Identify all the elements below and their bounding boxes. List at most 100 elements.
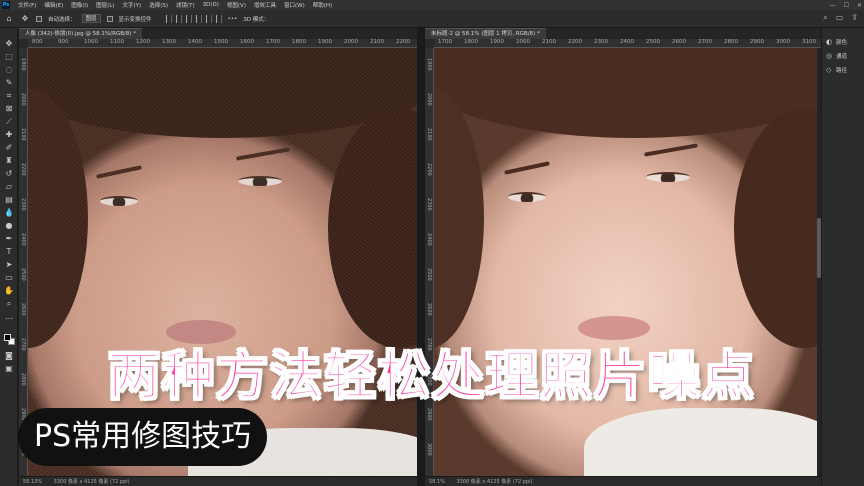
maximize-button[interactable]: ☐ bbox=[844, 2, 849, 9]
document-tab-right[interactable]: 未标题-2 @ 58.1% (图层 1 拷贝, RGB/8) * bbox=[425, 28, 546, 39]
ruler-tick-label: 2200 bbox=[20, 163, 26, 176]
document-info: 3300 像素 x 4125 像素 (72 ppi) bbox=[53, 479, 130, 485]
menu-file[interactable]: 文件(F) bbox=[14, 1, 40, 9]
ruler-tick-label: 1700 bbox=[266, 39, 280, 45]
rectangle-tool-icon[interactable]: ▭ bbox=[4, 274, 14, 282]
auto-select-checkbox[interactable] bbox=[36, 15, 42, 22]
menu-view[interactable]: 视图(V) bbox=[223, 1, 250, 9]
panel-color[interactable]: ◐ 颜色 bbox=[826, 38, 847, 46]
photoshop-logo-icon[interactable]: Ps bbox=[2, 1, 10, 9]
menu-layer[interactable]: 图层(L) bbox=[92, 1, 118, 9]
ruler-tick-label: 2500 bbox=[426, 268, 432, 281]
horizontal-ruler[interactable]: 1700 1800 1900 2000 2100 2200 2300 2400 … bbox=[434, 39, 821, 48]
align-top-icon[interactable] bbox=[195, 14, 202, 23]
ruler-tick-label: 800 bbox=[32, 39, 43, 45]
zoom-level[interactable]: 58.13% bbox=[23, 479, 42, 485]
hand-tool-icon[interactable]: ✋ bbox=[4, 287, 14, 295]
menu-type[interactable]: 文字(Y) bbox=[119, 1, 146, 9]
clone-stamp-tool-icon[interactable]: ♜ bbox=[4, 157, 14, 165]
frame-tool-icon[interactable]: ⊠ bbox=[4, 105, 14, 113]
close-button[interactable]: ✕ bbox=[857, 2, 862, 9]
menu-edit[interactable]: 编辑(E) bbox=[40, 1, 67, 9]
ruler-tick-label: 1900 bbox=[426, 58, 432, 71]
ruler-tick-label: 2400 bbox=[20, 233, 26, 246]
ruler-tick-label: 1900 bbox=[20, 58, 26, 71]
ruler-tick-label: 3000 bbox=[426, 443, 432, 456]
ruler-tick-label: 1300 bbox=[162, 39, 176, 45]
zoom-level[interactable]: 58.1% bbox=[429, 479, 445, 485]
panel-paths[interactable]: ◇ 路径 bbox=[826, 66, 847, 74]
menu-plugins[interactable]: 增效工具 bbox=[250, 1, 280, 9]
ruler-tick-label: 2300 bbox=[426, 198, 432, 211]
ruler-tick-label: 2500 bbox=[646, 39, 660, 45]
ruler-tick-label: 1900 bbox=[318, 39, 332, 45]
menu-window[interactable]: 窗口(W) bbox=[280, 1, 309, 9]
ruler-tick-label: 2000 bbox=[20, 93, 26, 106]
history-brush-tool-icon[interactable]: ↺ bbox=[4, 170, 14, 178]
more-options-button[interactable]: ••• bbox=[228, 16, 238, 22]
menu-filter[interactable]: 滤镜(T) bbox=[172, 1, 199, 9]
lasso-tool-icon[interactable]: ◌ bbox=[4, 66, 14, 74]
paths-icon: ◇ bbox=[826, 65, 832, 74]
ruler-tick-label: 1400 bbox=[188, 39, 202, 45]
move-tool-icon[interactable]: ✥ bbox=[20, 14, 30, 24]
menu-image[interactable]: 图像(I) bbox=[67, 1, 92, 9]
workspace-icon[interactable]: ▭ bbox=[836, 13, 844, 23]
healing-brush-tool-icon[interactable]: ✚ bbox=[4, 131, 14, 139]
blur-tool-icon[interactable]: 💧 bbox=[4, 209, 14, 217]
ruler-tick-label: 2700 bbox=[698, 39, 712, 45]
ruler-tick-label: 2100 bbox=[542, 39, 556, 45]
ruler-tick-label: 1000 bbox=[84, 39, 98, 45]
menu-3d[interactable]: 3D(D) bbox=[199, 2, 223, 8]
panel-label: 路径 bbox=[836, 68, 848, 74]
auto-select-dropdown[interactable]: 图层 bbox=[81, 14, 101, 23]
brush-tool-icon[interactable]: ✐ bbox=[4, 144, 14, 152]
ruler-tick-label: 1600 bbox=[240, 39, 254, 45]
dodge-tool-icon[interactable]: ● bbox=[4, 222, 14, 230]
options-right-group: ⌕ ▭ ⇪ bbox=[823, 13, 858, 23]
more-tools-icon[interactable]: … bbox=[4, 313, 14, 321]
zoom-tool-icon[interactable]: ⌕ bbox=[4, 300, 14, 308]
type-tool-icon[interactable]: T bbox=[4, 248, 14, 256]
align-center-icon[interactable] bbox=[175, 14, 182, 23]
pen-tool-icon[interactable]: ✒ bbox=[4, 235, 14, 243]
align-middle-icon[interactable] bbox=[205, 14, 212, 23]
eye bbox=[646, 172, 690, 182]
gradient-tool-icon[interactable]: ▤ bbox=[4, 196, 14, 204]
ruler-tick-label: 2100 bbox=[426, 128, 432, 141]
eraser-tool-icon[interactable]: ▱ bbox=[4, 183, 14, 191]
subtitle-badge: PS常用修图技巧 bbox=[18, 408, 268, 466]
share-icon[interactable]: ⇪ bbox=[851, 13, 858, 23]
document-tab-left[interactable]: 人像 (342)-依朋(0).jpg @ 58.1%(RGB/8) * bbox=[19, 28, 143, 39]
ruler-tick-label: 2600 bbox=[672, 39, 686, 45]
auto-select-label: 自动选择： bbox=[48, 16, 76, 23]
document-window-right: 未标题-2 @ 58.1% (图层 1 拷贝, RGB/8) * 1700 18… bbox=[425, 28, 821, 486]
canvas-right[interactable] bbox=[434, 48, 821, 476]
ruler-tick-label: 3000 bbox=[776, 39, 790, 45]
quick-select-tool-icon[interactable]: ✎ bbox=[4, 79, 14, 87]
vertical-ruler[interactable]: 1900 2000 2100 2200 2300 2400 2500 2600 … bbox=[19, 48, 28, 476]
ruler-tick-label: 2000 bbox=[426, 93, 432, 106]
minimize-button[interactable]: — bbox=[830, 2, 836, 9]
panel-channels[interactable]: ◎ 通道 bbox=[826, 52, 847, 60]
search-icon[interactable]: ⌕ bbox=[823, 13, 827, 23]
align-bottom-icon[interactable] bbox=[215, 14, 222, 23]
horizontal-ruler[interactable]: 800 900 1000 1100 1200 1300 1400 1500 16… bbox=[28, 39, 417, 48]
menu-help[interactable]: 帮助(H) bbox=[309, 1, 336, 9]
align-right-icon[interactable] bbox=[185, 14, 192, 23]
ruler-tick-label: 2900 bbox=[750, 39, 764, 45]
path-select-tool-icon[interactable]: ➤ bbox=[4, 261, 14, 269]
window-controls: — ☐ ✕ bbox=[830, 0, 862, 10]
ruler-tick-label: 2000 bbox=[344, 39, 358, 45]
eyedropper-tool-icon[interactable]: ⟋ bbox=[4, 118, 14, 126]
crop-tool-icon[interactable]: ⌗ bbox=[4, 92, 14, 100]
foreground-color-swatch[interactable] bbox=[4, 334, 11, 341]
menu-select[interactable]: 选择(S) bbox=[145, 1, 172, 9]
align-left-icon[interactable] bbox=[165, 14, 172, 23]
artboard-tool-icon[interactable]: ⬚ bbox=[4, 53, 14, 61]
vertical-ruler[interactable]: 1900 2000 2100 2200 2300 2400 2500 2600 … bbox=[425, 48, 434, 476]
show-transform-checkbox[interactable] bbox=[106, 15, 113, 22]
home-icon[interactable]: ⌂ bbox=[4, 14, 14, 24]
status-bar-left: 58.13% 3300 像素 x 4125 像素 (72 ppi) bbox=[19, 476, 417, 486]
move-tool-icon[interactable]: ✥ bbox=[4, 40, 14, 48]
